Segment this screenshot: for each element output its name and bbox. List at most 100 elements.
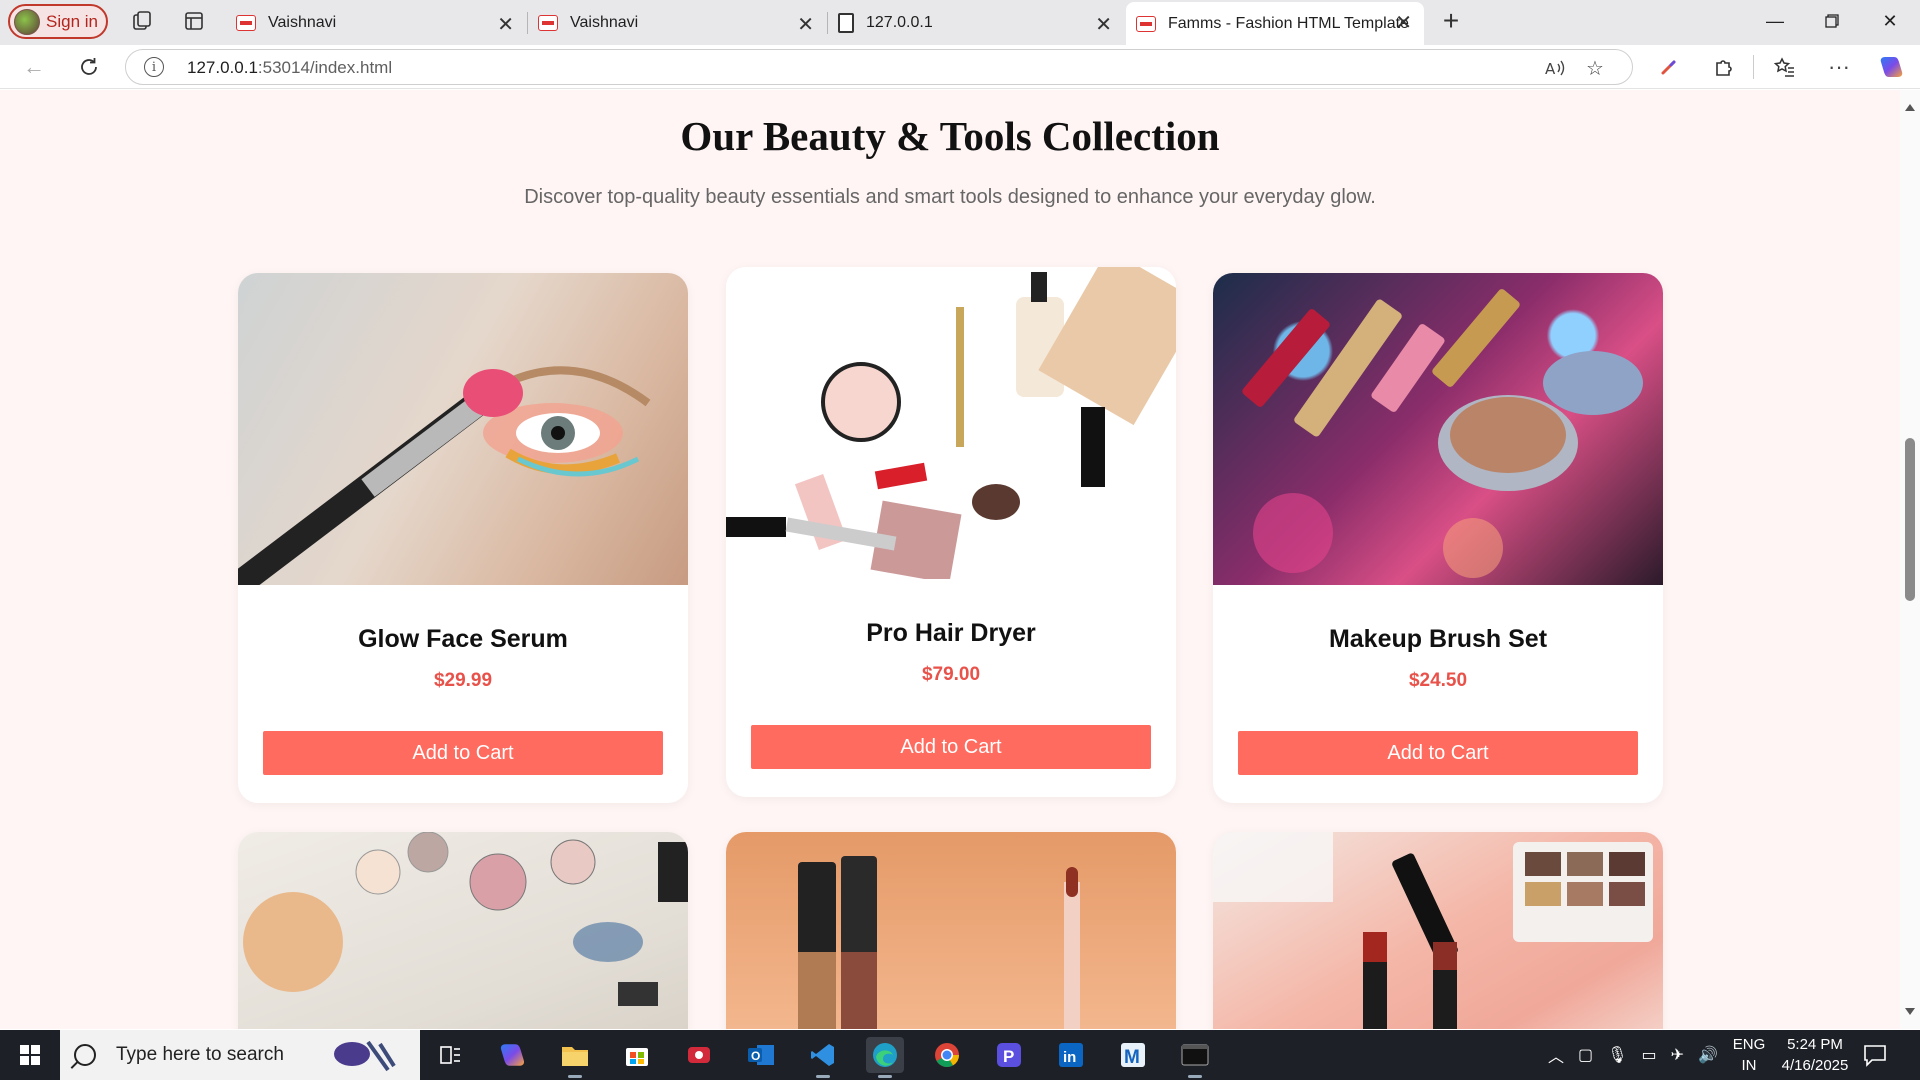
profile-avatar-icon — [14, 8, 40, 35]
read-aloud-icon[interactable]: A — [1542, 56, 1568, 80]
search-placeholder: Type here to search — [116, 1044, 284, 1065]
copilot-pen-icon[interactable] — [1651, 49, 1687, 85]
close-tab-icon[interactable]: ✕ — [1095, 12, 1112, 37]
reload-icon[interactable] — [71, 49, 107, 85]
volume-icon[interactable]: 🔊 — [1698, 1045, 1718, 1065]
product-card-row2-1 — [238, 832, 688, 1029]
favorite-star-icon[interactable]: ☆ — [1582, 56, 1608, 80]
browser-tab-strip: Sign in Vaishnavi ✕ Vaishnavi ✕ 127.0.0.… — [0, 0, 1920, 45]
linkedin-icon[interactable]: in — [1052, 1037, 1090, 1073]
product-image-eye-makeup — [238, 273, 688, 585]
lang-region: IN — [1741, 1057, 1757, 1074]
microphone-icon[interactable]: 🎙 — [1607, 1045, 1627, 1065]
url-path: :53014/index.html — [257, 58, 393, 77]
product-card-row2-3 — [1213, 832, 1663, 1029]
system-clock[interactable]: 5:24 PM 4/16/2025 — [1770, 1034, 1860, 1076]
meet-now-icon[interactable]: ▢ — [1578, 1045, 1593, 1065]
signin-label: Sign in — [46, 11, 98, 31]
search-icon — [74, 1044, 96, 1066]
back-arrow-icon[interactable]: ← — [16, 49, 52, 85]
taskbar-search-box[interactable]: Type here to search — [60, 1030, 420, 1080]
outlook-icon[interactable]: O — [742, 1037, 780, 1073]
document-icon — [838, 12, 854, 33]
extensions-puzzle-icon[interactable] — [1706, 49, 1742, 85]
pycharm-p-icon[interactable]: P — [990, 1037, 1028, 1073]
tab-vaishnavi-1[interactable]: Vaishnavi ✕ — [226, 4, 526, 41]
tab-title: Vaishnavi — [268, 13, 337, 31]
profile-signin-button[interactable]: Sign in — [8, 4, 108, 39]
search-highlight-icon — [328, 1036, 404, 1074]
add-to-cart-button[interactable]: Add to Cart — [751, 725, 1151, 769]
more-menu-icon[interactable]: ··· — [1821, 49, 1857, 85]
site-favicon-icon — [236, 14, 256, 31]
scroll-up-arrow-icon[interactable] — [1905, 104, 1915, 111]
close-tab-icon[interactable]: ✕ — [1395, 10, 1412, 35]
vertical-tabs-icon[interactable] — [180, 7, 208, 35]
section-title: Our Beauty & Tools Collection — [680, 113, 1220, 159]
section-subtitle: Discover top-quality beauty essentials a… — [524, 186, 1376, 208]
page-content: Our Beauty & Tools Collection Discover t… — [0, 90, 1900, 1029]
tab-localhost[interactable]: 127.0.0.1 ✕ — [828, 4, 1124, 41]
site-info-icon[interactable]: i — [144, 57, 164, 77]
product-card-row2-2 — [726, 832, 1176, 1029]
add-to-cart-button[interactable]: Add to Cart — [263, 731, 663, 775]
product-name: Makeup Brush Set — [1328, 625, 1548, 653]
input-language-indicator[interactable]: ENG IN — [1726, 1034, 1772, 1076]
svg-text:P: P — [1003, 1047, 1014, 1066]
product-card-pro-hair-dryer: Pro Hair Dryer $79.00 Add to Cart — [726, 267, 1176, 797]
battery-icon[interactable]: ▭ — [1641, 1045, 1656, 1065]
m-app-icon[interactable]: M — [1114, 1037, 1152, 1073]
task-view-icon[interactable] — [431, 1037, 469, 1073]
url-text: 127.0.0.1:53014/index.html — [187, 58, 392, 78]
start-button[interactable] — [0, 1030, 60, 1080]
product-card-makeup-brush-set: Makeup Brush Set $24.50 Add to Cart — [1213, 273, 1663, 803]
toolbar-divider — [1753, 55, 1754, 79]
product-image-cosmetics-flatlay — [726, 267, 1176, 579]
product-name: Pro Hair Dryer — [866, 619, 1036, 647]
site-favicon-icon — [538, 14, 558, 31]
new-tab-icon[interactable]: + — [1437, 5, 1465, 36]
show-hidden-icons-chevron-icon[interactable]: ︿ — [1548, 1043, 1564, 1067]
add-to-cart-button[interactable]: Add to Cart — [1238, 731, 1638, 775]
svg-text:in: in — [1063, 1049, 1076, 1066]
edge-browser-icon[interactable] — [866, 1037, 904, 1078]
tab-title: Vaishnavi — [570, 13, 639, 31]
browser-toolbar: ← i 127.0.0.1:53014/index.html A ☆ ··· — [0, 45, 1920, 89]
product-name: Glow Face Serum — [358, 625, 568, 653]
scrollbar-thumb[interactable] — [1905, 438, 1915, 601]
vscode-icon[interactable] — [804, 1037, 842, 1078]
product-image-glitter-lipsticks — [1213, 273, 1663, 585]
copilot-icon[interactable] — [1874, 49, 1910, 85]
tab-vaishnavi-2[interactable]: Vaishnavi ✕ — [528, 4, 826, 41]
minimize-icon[interactable]: — — [1747, 0, 1803, 42]
clock-date: 4/16/2025 — [1781, 1057, 1849, 1074]
product-price: $29.99 — [433, 670, 493, 691]
tab-title: 127.0.0.1 — [866, 13, 933, 31]
product-price: $24.50 — [1408, 670, 1468, 691]
airplane-mode-icon[interactable]: ✈ — [1671, 1045, 1684, 1065]
file-explorer-icon[interactable] — [556, 1037, 594, 1078]
product-card-glow-face-serum: Glow Face Serum $29.99 Add to Cart — [238, 273, 688, 803]
clock-time: 5:24 PM — [1787, 1036, 1843, 1053]
notification-center-icon[interactable] — [1862, 1042, 1888, 1068]
address-bar[interactable]: i 127.0.0.1:53014/index.html A ☆ — [125, 49, 1633, 85]
windows-taskbar: Type here to search O P in M ︿ ▢ 🎙 ▭ ✈ 🔊… — [0, 1030, 1920, 1080]
close-tab-icon[interactable]: ✕ — [797, 12, 814, 37]
tab-famms-active[interactable]: Famms - Fashion HTML Template ✕ — [1126, 2, 1424, 45]
workspaces-icon[interactable] — [128, 7, 156, 35]
close-tab-icon[interactable]: ✕ — [497, 12, 514, 37]
screen-recorder-icon[interactable] — [680, 1037, 718, 1073]
scroll-down-arrow-icon[interactable] — [1905, 1008, 1915, 1015]
close-window-icon[interactable]: ✕ — [1862, 0, 1918, 42]
product-price: $79.00 — [921, 664, 981, 685]
system-tray: ︿ ▢ 🎙 ▭ ✈ 🔊 — [1548, 1030, 1718, 1080]
favorites-icon[interactable] — [1766, 49, 1802, 85]
terminal-icon[interactable] — [1176, 1037, 1214, 1078]
chrome-icon[interactable] — [928, 1037, 966, 1073]
page-scrollbar[interactable] — [1900, 90, 1920, 1029]
microsoft-store-icon[interactable] — [618, 1037, 656, 1073]
tab-title: Famms - Fashion HTML Template — [1168, 14, 1409, 32]
svg-text:M: M — [1124, 1047, 1140, 1068]
copilot-app-icon[interactable] — [494, 1037, 532, 1073]
restore-icon[interactable] — [1804, 0, 1860, 42]
